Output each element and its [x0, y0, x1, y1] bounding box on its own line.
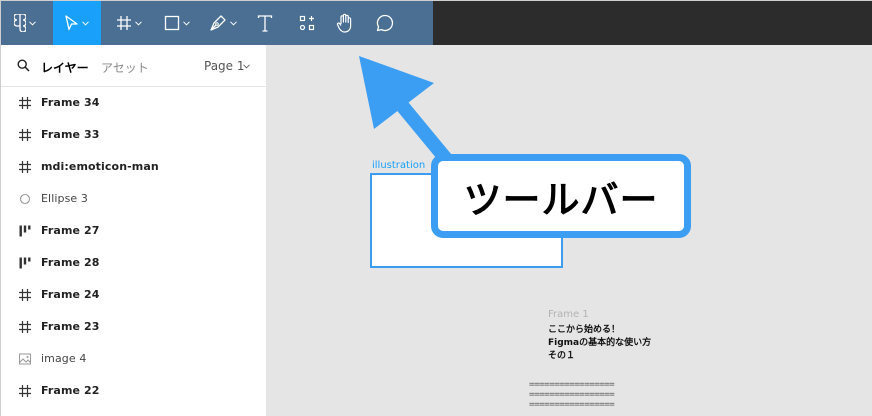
annotation-callout: ツールバー — [431, 154, 691, 238]
callout-text: ツールバー — [463, 177, 659, 222]
